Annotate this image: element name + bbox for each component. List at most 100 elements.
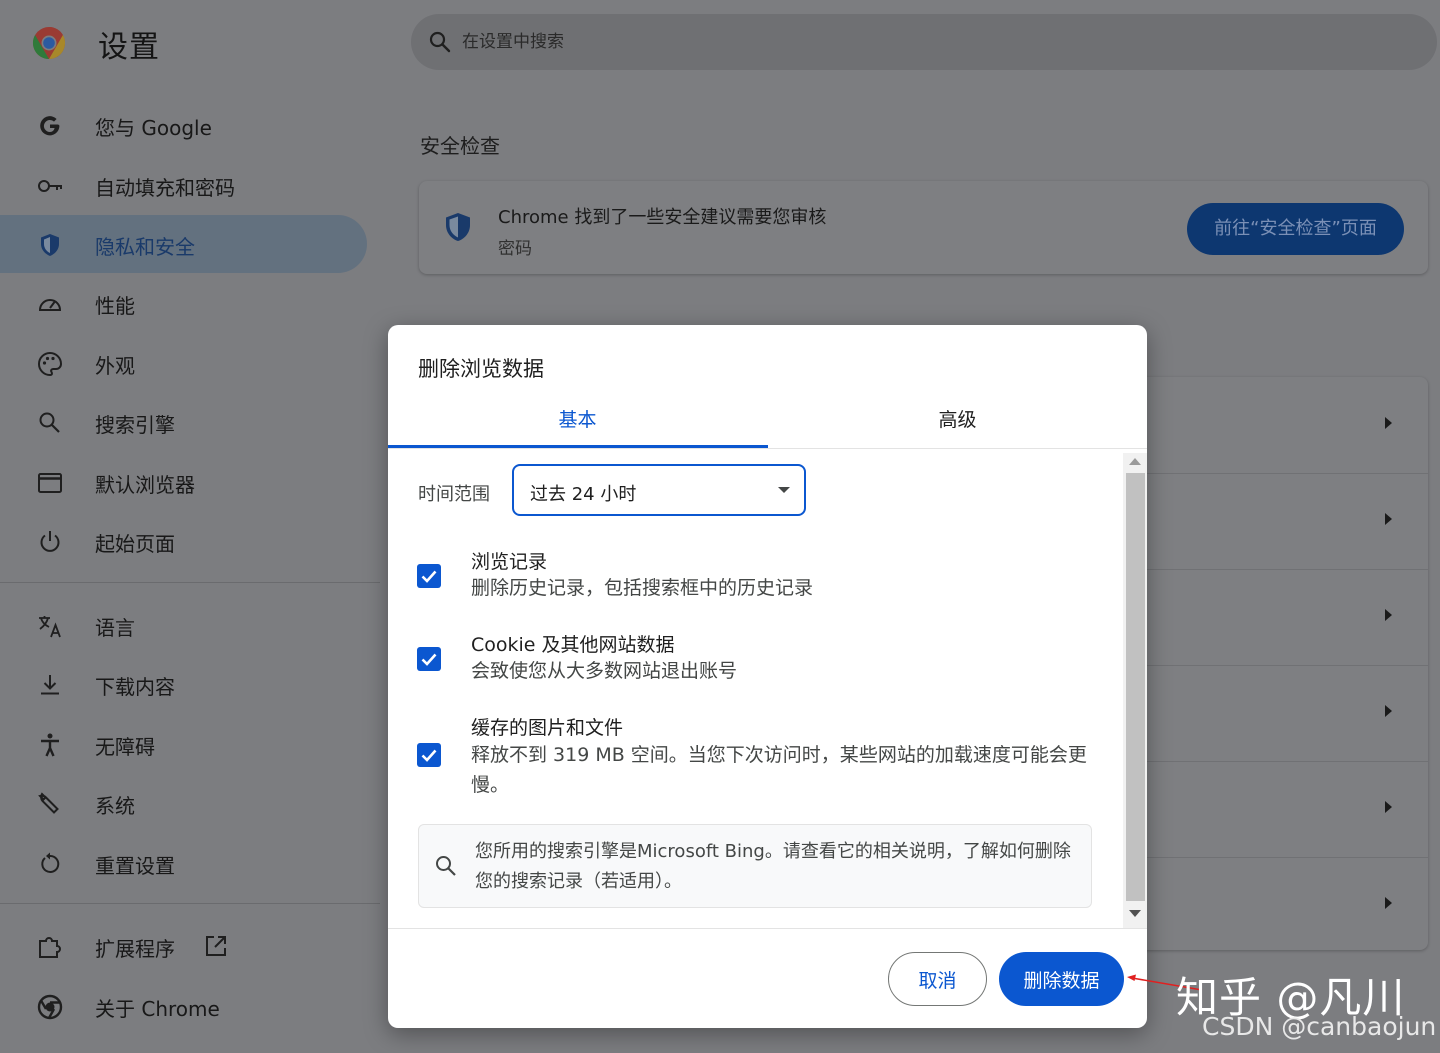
sidebar-item-label: 系统 (95, 794, 135, 818)
gauge-icon (38, 299, 62, 311)
reset-icon (41, 852, 60, 873)
browser-window-icon (38, 473, 62, 493)
sidebar-item-extensions[interactable]: 扩展程序 (0, 917, 368, 975)
chrome-logo-icon (32, 26, 66, 60)
sidebar-item-accessibility[interactable]: 无障碍 (0, 715, 368, 773)
sidebar-item-system[interactable]: 系统 (0, 774, 368, 832)
safety-check-title: Chrome 找到了一些安全建议需要您审核 (498, 207, 827, 228)
puzzle-icon (39, 937, 61, 958)
list-item[interactable] (1140, 377, 1428, 474)
chrome-icon (37, 994, 63, 1020)
option-title: 缓存的图片和文件 (471, 717, 624, 739)
sidebar-item-label: 扩展程序 (95, 937, 175, 961)
dropdown-caret-icon (778, 487, 790, 493)
cached-images-checkbox[interactable] (417, 743, 441, 767)
checkmark-icon (421, 570, 437, 583)
key-icon (38, 180, 62, 192)
search-engine-info-box: 您所用的搜索引擎是Microsoft Bing。请查看它的相关说明，了解如何删除… (418, 824, 1092, 908)
sidebar-item-default-browser[interactable]: 默认浏览器 (0, 453, 368, 511)
list-item[interactable] (1140, 857, 1428, 953)
sidebar-item-privacy-security[interactable]: 隐私和安全 (0, 215, 367, 273)
arrow-right-icon (1385, 417, 1392, 429)
sidebar-item-downloads[interactable]: 下载内容 (0, 655, 368, 713)
sidebar-item-label: 语言 (95, 616, 135, 640)
cookies-checkbox[interactable] (417, 647, 441, 671)
scroll-down-arrow-icon[interactable] (1129, 910, 1141, 917)
tab-divider (388, 448, 1147, 449)
list-item[interactable] (1140, 473, 1428, 570)
tab-advanced[interactable]: 高级 (768, 397, 1147, 449)
settings-search-input[interactable] (462, 26, 1062, 58)
list-item[interactable] (1140, 665, 1428, 762)
google-icon (40, 116, 60, 136)
sidebar-item-label: 重置设置 (95, 854, 175, 878)
browsing-history-checkbox[interactable] (417, 564, 441, 588)
time-range-label: 时间范围 (418, 484, 490, 505)
delete-data-button[interactable]: 删除数据 (999, 952, 1124, 1006)
checkmark-icon (421, 749, 437, 762)
sidebar-item-label: 默认浏览器 (95, 473, 195, 497)
search-engine-info-text: 您所用的搜索引擎是Microsoft Bing。请查看它的相关说明，了解如何删除… (475, 841, 1071, 892)
sidebar-item-label: 自动填充和密码 (95, 176, 235, 200)
tab-basic[interactable]: 基本 (388, 397, 767, 449)
option-description: 删除历史记录，包括搜索框中的历史记录 (471, 577, 814, 599)
search-icon (436, 856, 456, 876)
privacy-settings-list (1140, 377, 1428, 950)
option-title: 浏览记录 (471, 551, 548, 573)
search-icon (429, 31, 451, 53)
sidebar-item-autofill[interactable]: 自动填充和密码 (0, 156, 368, 214)
option-description: 会致使您从大多数网站退出账号 (471, 660, 738, 682)
section-title-safety-check: 安全检查 (420, 134, 500, 158)
sidebar-item-you-and-google[interactable]: 您与 Google (0, 96, 368, 154)
palette-icon (38, 351, 63, 377)
arrow-right-icon (1385, 897, 1392, 909)
search-icon (39, 412, 60, 433)
sidebar-item-label: 搜索引擎 (95, 413, 175, 437)
cancel-button[interactable]: 取消 (888, 952, 987, 1006)
sidebar-divider (0, 582, 380, 583)
shield-icon (41, 234, 59, 256)
shield-icon (446, 213, 470, 241)
sidebar-item-label: 外观 (95, 354, 135, 378)
list-item[interactable] (1140, 761, 1428, 858)
arrow-right-icon (1385, 609, 1392, 621)
list-item[interactable] (1140, 569, 1428, 666)
download-icon (41, 675, 59, 695)
sidebar-item-reset-settings[interactable]: 重置设置 (0, 834, 368, 892)
wrench-icon (38, 792, 59, 814)
scroll-up-arrow-icon[interactable] (1129, 458, 1141, 465)
sidebar-item-performance[interactable]: 性能 (0, 274, 368, 332)
sidebar-item-appearance[interactable]: 外观 (0, 334, 368, 392)
sidebar-item-languages[interactable]: 语言 (0, 596, 368, 654)
go-to-safety-check-button[interactable]: 前往“安全检查”页面 (1187, 203, 1404, 255)
sidebar-divider (0, 903, 380, 904)
sidebar-item-label: 关于 Chrome (95, 997, 220, 1021)
sidebar-item-about-chrome[interactable]: 关于 Chrome (0, 977, 368, 1035)
dialog-footer-divider (388, 928, 1147, 929)
sidebar-item-startup[interactable]: 起始页面 (0, 512, 368, 570)
scrollbar-thumb[interactable] (1126, 473, 1145, 901)
checkmark-icon (421, 653, 437, 666)
dialog-title: 删除浏览数据 (418, 357, 544, 381)
arrow-right-icon (1385, 801, 1392, 813)
external-link-icon (206, 936, 226, 956)
option-description: 释放不到 319 MB 空间。当您下次访问时，某些网站的加载速度可能会更慢。 (471, 744, 1087, 796)
translate-icon (39, 616, 61, 638)
time-range-value: 过去 24 小时 (530, 484, 637, 505)
page-title: 设置 (98, 30, 160, 65)
sidebar-item-label: 下载内容 (95, 675, 175, 699)
accessibility-icon (41, 733, 59, 757)
arrow-right-icon (1385, 513, 1392, 525)
csdn-watermark: CSDN @canbaojun (1202, 1012, 1437, 1041)
sidebar-item-label: 性能 (95, 294, 135, 318)
sidebar-item-search-engine[interactable]: 搜索引擎 (0, 393, 368, 451)
sidebar-item-label: 隐私和安全 (95, 235, 195, 259)
time-range-select[interactable]: 过去 24 小时 (512, 464, 806, 516)
sidebar-item-label: 起始页面 (95, 532, 175, 556)
sidebar-item-label: 无障碍 (95, 735, 155, 759)
arrow-right-icon (1385, 705, 1392, 717)
clear-browsing-data-dialog: 删除浏览数据 基本 高级 时间范围 过去 24 小时 浏览记录 删除历史记录，包… (388, 325, 1147, 1028)
sidebar: 您与 Google 自动填充和密码 隐私和安全 性能 外观 搜索引擎 默认浏览器… (0, 86, 380, 1053)
power-icon (40, 531, 60, 552)
sidebar-item-label: 您与 Google (95, 116, 212, 140)
